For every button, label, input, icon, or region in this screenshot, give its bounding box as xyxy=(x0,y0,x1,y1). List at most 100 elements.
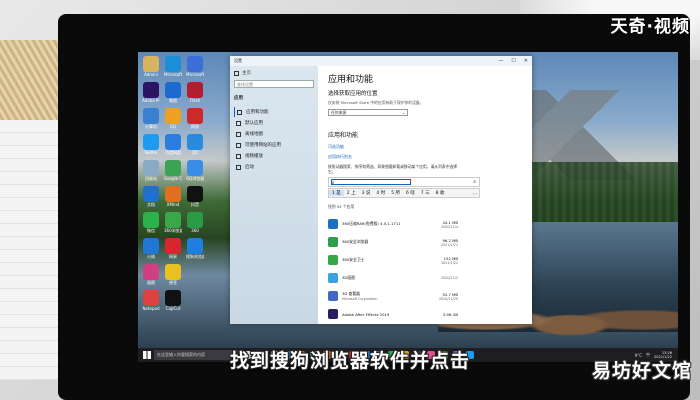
nav-item[interactable]: 可使用网站的应用 xyxy=(234,140,314,150)
app-size: 152 MB xyxy=(443,255,458,261)
video-watermark: 天奇·视频 xyxy=(610,17,690,37)
ime-page-arrows-icon[interactable]: ‹ › xyxy=(471,191,479,196)
ime-candidate[interactable]: 4 时 xyxy=(373,190,388,196)
minimize-button[interactable]: — xyxy=(498,58,503,64)
app-icon xyxy=(165,82,181,98)
brand-watermark: 易坊好文馆 xyxy=(591,360,692,382)
app-list-item[interactable]: 360安全卫士 152 MB 2021/1/22 xyxy=(328,251,458,269)
app-icon xyxy=(143,108,159,124)
nav-section-title: 应用 xyxy=(234,96,243,101)
nav-item[interactable]: 离线地图 xyxy=(234,129,314,139)
nav-item-icon xyxy=(236,164,241,170)
desktop-icon[interactable]: 美图 xyxy=(164,82,182,103)
desktop-icon-label: 画图 xyxy=(147,280,155,285)
desktop-icon[interactable]: QQ xyxy=(186,134,204,155)
desktop-icon[interactable]: 抖音 xyxy=(186,186,204,207)
app-icon xyxy=(143,238,159,254)
desktop-icon[interactable]: Google Chrome xyxy=(164,160,182,181)
desktop-icon[interactable]: 网易 xyxy=(164,238,182,259)
desktop-icon[interactable]: 画图 xyxy=(142,264,160,285)
ime-candidate[interactable]: 1 是 xyxy=(329,190,344,196)
desktop-icon-label: 便签 xyxy=(169,280,177,285)
desktop-icon[interactable]: 百度网盘 xyxy=(164,134,182,155)
app-icon xyxy=(187,160,203,176)
desktop-icon-label: XMind xyxy=(166,202,180,207)
desktop-icon-label: QQ xyxy=(191,150,199,155)
title-bar: 设置 — ☐ ✕ xyxy=(230,56,532,66)
app-icon xyxy=(328,309,338,319)
desktop-icon-label: QQ xyxy=(169,124,177,129)
ime-candidate[interactable]: 7 三 xyxy=(418,190,433,196)
desktop-icon[interactable]: 文档 xyxy=(142,186,160,207)
app-name: 360压缩RAR(免费版) 4.0.1.1711 xyxy=(342,221,401,226)
desktop-icon-label: 计算机 xyxy=(145,124,157,129)
nav-item-label: 启动 xyxy=(245,165,254,170)
nav-item-label: 离线地图 xyxy=(245,132,263,137)
app-alias-link[interactable]: 应用执行别名 xyxy=(328,154,524,160)
app-icon xyxy=(187,134,203,150)
desktop-icon[interactable]: Microsoft Store xyxy=(186,56,204,77)
desktop-icon-label: 回收站 xyxy=(145,176,157,181)
ime-candidate-bar: 1 是2 上3 说4 时5 所6 啥7 三8 收 ‹ › xyxy=(328,188,480,198)
nav-item[interactable]: 视频播放 xyxy=(234,151,314,161)
install-description: 仅安装 Microsoft Store 中的应用有助于保护你的设备。 xyxy=(328,100,424,105)
desktop-icon-label: 美图 xyxy=(169,98,177,103)
ime-candidate[interactable]: 5 所 xyxy=(388,190,403,196)
desktop-icon-label: 360浏览器 xyxy=(164,228,182,233)
desktop-icon[interactable]: QQ xyxy=(164,108,182,129)
app-icon xyxy=(187,82,203,98)
nav-item[interactable]: 启动 xyxy=(234,162,314,172)
nav-home[interactable]: 主页 xyxy=(234,70,314,76)
desktop-icon-label: QQ浏览器 xyxy=(186,176,204,181)
ime-candidate[interactable]: 2 上 xyxy=(344,190,359,196)
desktop-icon[interactable]: 火绒 xyxy=(142,238,160,259)
app-search-box[interactable]: s ⌕ xyxy=(328,177,480,187)
app-list-item[interactable]: 360压缩RAR(免费版) 4.0.1.1711 44.1 MB 2020/11… xyxy=(328,215,458,233)
desktop-icon[interactable]: Flash xyxy=(186,82,204,103)
maximize-button[interactable]: ☐ xyxy=(511,58,515,64)
nav-item[interactable]: 默认应用 xyxy=(234,118,314,128)
ime-candidate[interactable]: 3 说 xyxy=(359,190,374,196)
app-list-item[interactable]: Adobe After Effects 2019 3.96 GB xyxy=(328,305,458,323)
desktop-icon[interactable]: Twitter xyxy=(142,134,160,155)
nav-item[interactable]: 应用和功能 xyxy=(234,107,314,117)
desktop-icon[interactable]: 计算机 xyxy=(142,108,160,129)
desktop-icon[interactable]: QQ浏览器 xyxy=(186,160,204,181)
app-list-item[interactable]: Adobe After Effects 2020 2.62 GB xyxy=(328,323,458,324)
app-icon xyxy=(328,255,338,265)
nav-item-icon xyxy=(237,109,242,115)
desktop-icon[interactable]: 搜狗浏览器 xyxy=(186,238,204,259)
app-icon xyxy=(328,219,338,229)
desktop-icon[interactable]: 网易 xyxy=(186,108,204,129)
desktop-icon[interactable]: 360浏览器 xyxy=(164,212,182,233)
desktop-icon[interactable]: Notepad xyxy=(142,290,160,311)
desktop-icon-label: CapCut xyxy=(165,306,181,311)
app-search-input[interactable]: s xyxy=(331,179,411,185)
desktop-icon[interactable]: 便签 xyxy=(164,264,182,285)
desktop-icon[interactable]: CapCut xyxy=(164,290,182,311)
desktop-icon[interactable]: Admini xyxy=(142,56,160,77)
app-date: 2020/11/29 xyxy=(438,296,458,301)
app-name: 360安全卫士 xyxy=(342,257,365,262)
nav-item-icon xyxy=(236,142,241,148)
desktop-icon[interactable]: 360 xyxy=(186,212,204,233)
desktop-icon[interactable]: 微信 xyxy=(142,212,160,233)
optional-features-link[interactable]: 可选功能 xyxy=(328,144,524,150)
ime-candidate[interactable]: 6 啥 xyxy=(403,190,418,196)
app-list-item[interactable]: 360安全浏览器 96.2 MB 2021/1/21 xyxy=(328,233,458,251)
desktop-icon[interactable]: XMind xyxy=(164,186,182,207)
ime-candidate[interactable]: 8 收 xyxy=(433,190,448,196)
app-name: Adobe After Effects 2019 xyxy=(342,311,390,317)
settings-search-input[interactable]: 查找设置 xyxy=(234,80,314,88)
app-date: 2021/1/22 xyxy=(441,260,458,265)
nav-item-label: 可使用网站的应用 xyxy=(245,143,281,148)
desktop-icon-label: 火绒 xyxy=(147,254,155,259)
close-button[interactable]: ✕ xyxy=(524,58,528,64)
app-list-item[interactable]: 3D 查看器 Microsoft Corporation 52.7 MB 202… xyxy=(328,287,458,305)
desktop-icon[interactable]: 回收站 xyxy=(142,160,160,181)
desktop-icon[interactable]: Adobe Premiere xyxy=(142,82,160,103)
install-source-dropdown[interactable]: 任何来源 ⌄ xyxy=(328,109,408,116)
app-list-item[interactable]: 3D画图 2020/11/2 xyxy=(328,269,458,287)
app-date: 2020/11/2 xyxy=(441,276,458,280)
desktop-icon[interactable]: Microsoft Edge xyxy=(164,56,182,77)
